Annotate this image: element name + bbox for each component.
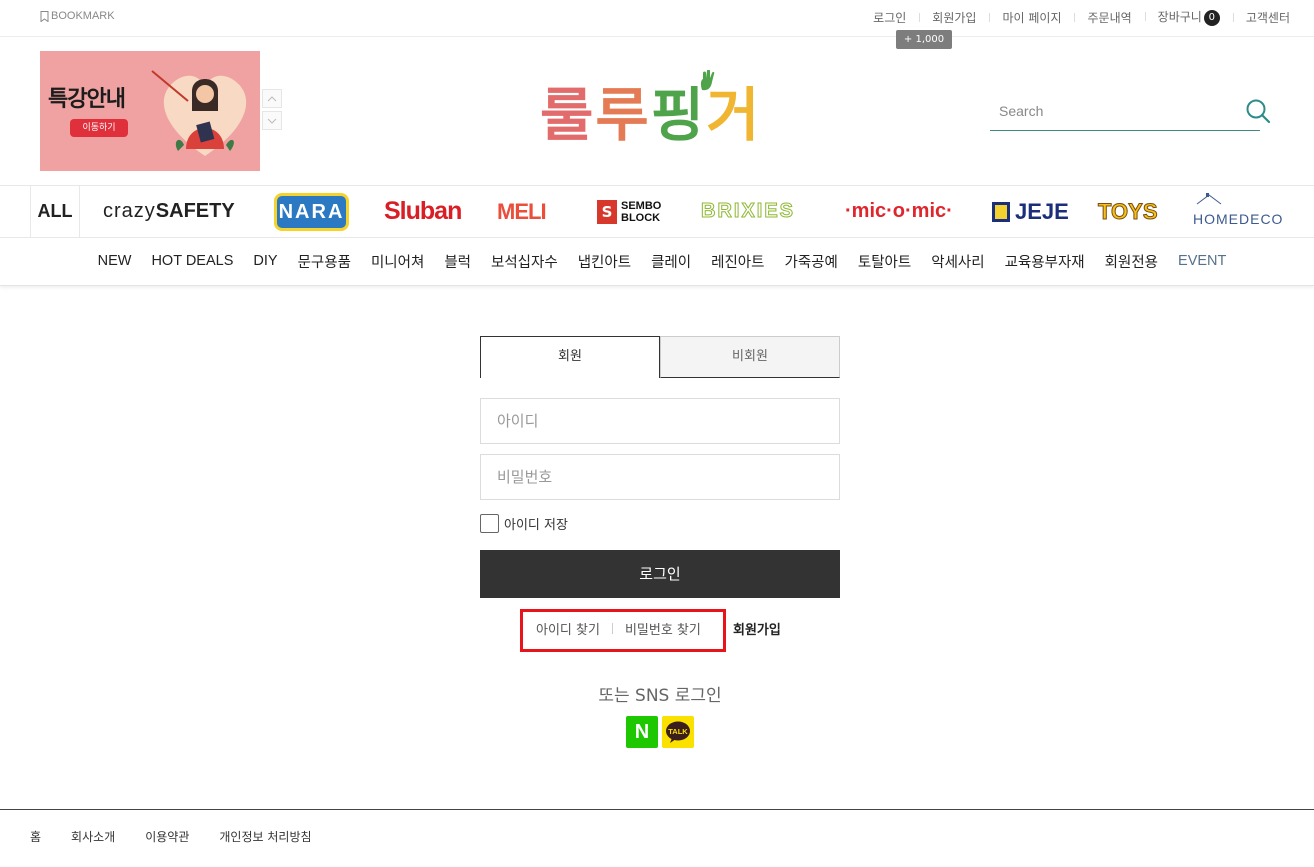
nav-resin-art[interactable]: 레진아트 (711, 251, 764, 272)
join-reward-tooltip: + 1,000 (896, 30, 952, 49)
banner-prev-button[interactable] (262, 89, 282, 108)
nav-stationery[interactable]: 문구용품 (298, 251, 351, 272)
chevron-down-icon (267, 118, 277, 124)
brand-toys[interactable]: TOYS (1098, 186, 1159, 237)
nav-total-art[interactable]: 토탈아트 (858, 251, 911, 272)
naver-login-button[interactable]: N (626, 716, 658, 748)
brand-jeje[interactable]: JEJE (992, 186, 1069, 237)
nav-leather-craft[interactable]: 가죽공예 (784, 251, 837, 272)
cart-count-badge: 0 (1203, 10, 1220, 26)
search-box (990, 95, 1271, 131)
top-cart-link[interactable]: 장바구니 0 (1144, 8, 1233, 26)
brand-sembo-line1: SEMBO (621, 199, 662, 212)
nav-miniature[interactable]: 미니어쳐 (371, 251, 424, 272)
nav-members-only[interactable]: 회원전용 (1105, 251, 1158, 272)
sembo-logo-icon: S (597, 199, 617, 224)
kakao-login-button[interactable]: TALK (662, 716, 694, 748)
banner-go-button[interactable]: 이동하기 (70, 119, 128, 137)
promo-banner[interactable]: 특강안내 이동하기 (40, 51, 260, 171)
brand-sluban[interactable]: Sluban (384, 186, 462, 237)
brand-homedeco[interactable]: HOMEDECO (1193, 186, 1283, 237)
kakao-talk-label: TALK (668, 727, 688, 736)
brand-safety-text: SAFETY (155, 200, 235, 222)
brand-meli[interactable]: MELI (497, 186, 547, 237)
top-orders-link[interactable]: 주문내역 (1074, 9, 1144, 26)
top-links: 로그인 회원가입 마이 페이지 주문내역 장바구니 0 고객센터 (860, 8, 1290, 26)
bookmark-label: BOOKMARK (51, 10, 115, 22)
divider (611, 623, 613, 634)
cart-label: 장바구니 (1157, 10, 1202, 24)
join-link[interactable]: 회원가입 (733, 619, 781, 638)
brand-all[interactable]: ALL (30, 186, 80, 237)
save-id-checkbox[interactable] (480, 514, 499, 533)
nav-napkin-art[interactable]: 냅킨아트 (578, 251, 631, 272)
nav-clay[interactable]: 클레이 (651, 251, 691, 272)
find-links: 아이디 찾기 비밀번호 찾기 (536, 619, 701, 638)
top-bar: BOOKMARK 로그인 회원가입 마이 페이지 주문내역 장바구니 0 고객센터… (0, 0, 1314, 49)
footer-home-link[interactable]: 홈 (30, 828, 41, 845)
user-id-input[interactable] (480, 398, 840, 444)
footer-privacy-link[interactable]: 개인정보 처리방침 (219, 828, 311, 845)
banner-next-button[interactable] (262, 111, 282, 130)
brand-meli-logo: MELI (497, 198, 547, 224)
top-login-link[interactable]: 로그인 (860, 9, 919, 26)
find-password-link[interactable]: 비밀번호 찾기 (625, 619, 701, 638)
kakao-talk-icon: TALK (666, 721, 690, 743)
brand-homedeco-text: HOMEDECO (1193, 210, 1284, 227)
brand-bar: ALL crazy SAFETY NARA Sluban MELI S SEMBO… (0, 185, 1314, 238)
logo-char-1: 룰 (540, 81, 596, 149)
nav-block[interactable]: 블럭 (444, 251, 471, 272)
top-join-link[interactable]: 회원가입 (919, 9, 989, 26)
bookmark-link[interactable]: BOOKMARK (40, 10, 115, 22)
login-tabs: 회원 비회원 (480, 336, 840, 378)
house-icon (1196, 193, 1222, 205)
logo-char-2: 루 (595, 81, 651, 149)
naver-icon: N (634, 720, 650, 743)
brand-brixies[interactable]: BRIXIES (700, 186, 795, 237)
footer: 홈 회사소개 이용약관 개인정보 처리방침 (0, 809, 1314, 867)
nav-new[interactable]: NEW (98, 253, 132, 269)
nav-diy[interactable]: DIY (253, 253, 277, 269)
brand-jeje-text: JEJE (1015, 198, 1069, 224)
hand-icon (700, 70, 715, 91)
teacher-illustration-icon (151, 70, 247, 156)
search-icon (1246, 99, 1271, 124)
brand-sembo-block[interactable]: S SEMBO BLOCK (597, 186, 661, 237)
brand-sembo-line2: BLOCK (621, 211, 661, 224)
nav-accessories[interactable]: 악세사리 (931, 251, 984, 272)
tab-member[interactable]: 회원 (480, 336, 660, 378)
search-button[interactable] (1244, 97, 1272, 125)
jeje-logo-icon (992, 201, 1010, 222)
bookmark-icon (40, 10, 49, 22)
sns-login-buttons: N TALK (626, 716, 694, 748)
banner-arrows (262, 89, 282, 130)
login-button[interactable]: 로그인 (480, 550, 840, 598)
top-mypage-link[interactable]: 마이 페이지 (989, 9, 1074, 26)
site-logo[interactable]: 룰루핑거 (540, 68, 780, 154)
sns-login-title: 또는 SNS 로그인 (598, 686, 722, 706)
logo-text: 룰루핑거 (540, 68, 762, 152)
top-support-link[interactable]: 고객센터 (1232, 9, 1290, 26)
footer-terms-link[interactable]: 이용약관 (145, 828, 189, 845)
brand-crazysafety[interactable]: crazy SAFETY (103, 186, 235, 237)
brand-crazy-text: crazy (103, 200, 156, 222)
search-input[interactable] (990, 95, 1220, 127)
save-id-label: 아이디 저장 (504, 518, 568, 533)
category-nav: NEW HOT DEALS DIY 문구용품 미니어쳐 블럭 보석십자수 냅킨아… (0, 238, 1314, 286)
brand-nara[interactable]: NARA (274, 186, 349, 237)
find-id-link[interactable]: 아이디 찾기 (536, 619, 600, 638)
brand-nara-logo: NARA (274, 192, 349, 231)
footer-about-link[interactable]: 회사소개 (71, 828, 115, 845)
banner-title: 특강안내 (48, 87, 126, 112)
save-id-option[interactable]: 아이디 저장 (480, 514, 568, 533)
password-input[interactable] (480, 454, 840, 500)
nav-education-materials[interactable]: 교육용부자재 (1005, 251, 1085, 272)
brand-micomic[interactable]: ·mic·o·mic· (845, 186, 953, 237)
chevron-up-icon (267, 95, 277, 101)
nav-hot-deals[interactable]: HOT DEALS (151, 253, 233, 269)
nav-gem-cross-stitch[interactable]: 보석십자수 (491, 251, 558, 272)
nav-event[interactable]: EVENT (1178, 253, 1226, 269)
tab-guest[interactable]: 비회원 (660, 336, 840, 378)
